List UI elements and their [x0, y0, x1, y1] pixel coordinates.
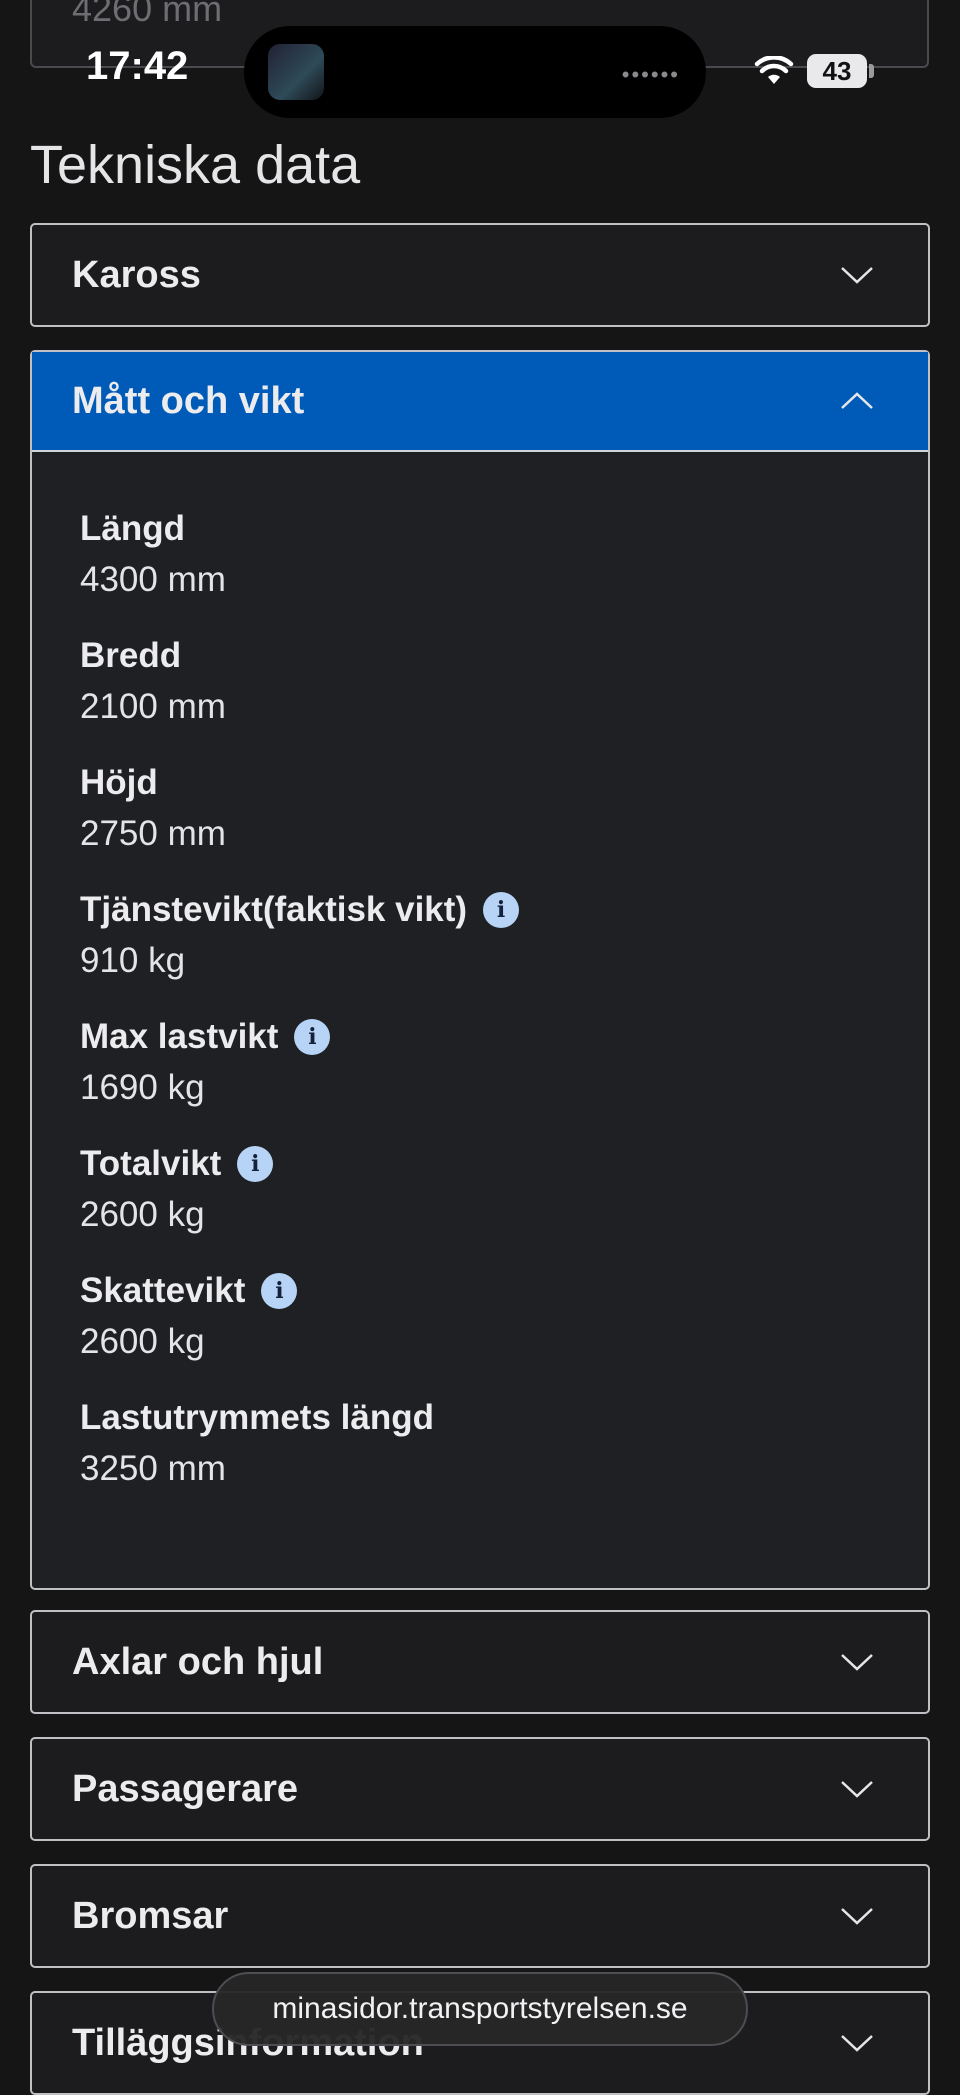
- island-dots: ••••••: [621, 62, 680, 87]
- spec-value: 2100 mm: [80, 687, 226, 726]
- accordion-header-bromsar[interactable]: Bromsar: [32, 1866, 928, 1966]
- spec-label: Totalvikt i: [80, 1141, 880, 1187]
- wifi-icon: [754, 56, 794, 84]
- status-time: 17:42: [86, 44, 189, 88]
- spec-label: Längd: [80, 506, 880, 552]
- accordion-axlar-och-hjul: Axlar och hjul: [30, 1610, 930, 1714]
- spec-label-text: Tjänstevikt(faktisk vikt): [80, 890, 468, 929]
- spec-row-totalvikt: Totalvikt i 2600 kg: [80, 1141, 880, 1268]
- accordion-title: Kaross: [72, 253, 201, 296]
- spec-label-text: Längd: [80, 509, 185, 548]
- chevron-down-icon: [841, 1781, 873, 1798]
- section-title: Tekniska data: [30, 135, 361, 195]
- accordion-kaross: Kaross: [30, 223, 930, 327]
- spec-row-tjanstevikt: Tjänstevikt(faktisk vikt) i 910 kg: [80, 887, 880, 1014]
- spec-label: Bredd: [80, 633, 880, 679]
- spec-value: 910 kg: [80, 941, 186, 980]
- dynamic-island: ••••••: [244, 26, 706, 118]
- spec-label: Lastutrymmets längd: [80, 1395, 880, 1441]
- info-icon[interactable]: i: [237, 1146, 274, 1182]
- spec-row-skattevikt: Skattevikt i 2600 kg: [80, 1268, 880, 1395]
- info-icon[interactable]: i: [261, 1273, 298, 1309]
- spec-label: Max lastvikt i: [80, 1014, 880, 1060]
- accordion-title: Mått och vikt: [72, 379, 305, 422]
- spec-row-lastutrymmets-langd: Lastutrymmets längd 3250 mm: [80, 1395, 880, 1522]
- spec-label-text: Bredd: [80, 636, 182, 675]
- accordion-title: Bromsar: [72, 1894, 229, 1937]
- spec-label-text: Lastutrymmets längd: [80, 1398, 434, 1437]
- browser-url-bar[interactable]: minasidor.transportstyrelsen.se: [212, 1972, 748, 2046]
- spec-value: 1690 kg: [80, 1068, 205, 1107]
- spec-label: Tjänstevikt(faktisk vikt) i: [80, 887, 880, 933]
- chevron-up-icon: [841, 392, 873, 409]
- accordion-passagerare: Passagerare: [30, 1737, 930, 1841]
- accordion-body: Längd 4300 mm Bredd 2100 mm Höjd 2750 mm…: [32, 452, 928, 1522]
- battery-icon: 43: [807, 54, 867, 88]
- spec-label-text: Max lastvikt: [80, 1017, 279, 1056]
- spec-value: 3250 mm: [80, 1449, 226, 1488]
- previous-field-value: 4260 mm: [72, 0, 223, 29]
- accordion-header-matt-och-vikt[interactable]: Mått och vikt: [32, 352, 928, 452]
- spec-value: 2600 kg: [80, 1195, 205, 1234]
- accordion-header-kaross[interactable]: Kaross: [32, 225, 928, 325]
- battery-nub: [869, 64, 874, 78]
- accordion-header-axlar-och-hjul[interactable]: Axlar och hjul: [32, 1612, 928, 1712]
- spec-row-bredd: Bredd 2100 mm: [80, 633, 880, 760]
- chevron-down-icon: [841, 267, 873, 284]
- spec-value: 2600 kg: [80, 1322, 205, 1361]
- spec-value: 4300 mm: [80, 560, 226, 599]
- battery-level: 43: [822, 55, 852, 86]
- spec-label: Skattevikt i: [80, 1268, 880, 1314]
- media-thumbnail-icon: [268, 44, 324, 100]
- spec-value: 2750 mm: [80, 814, 226, 853]
- spec-row-max-lastvikt: Max lastvikt i 1690 kg: [80, 1014, 880, 1141]
- url-text: minasidor.transportstyrelsen.se: [272, 1992, 688, 2025]
- spec-label-text: Totalvikt: [80, 1144, 222, 1183]
- accordion-title: Axlar och hjul: [72, 1640, 324, 1683]
- accordion-matt-och-vikt: Mått och vikt Längd 4300 mm Bredd 2100 m…: [30, 350, 930, 1590]
- accordion-bromsar: Bromsar: [30, 1864, 930, 1968]
- accordion-header-passagerare[interactable]: Passagerare: [32, 1739, 928, 1839]
- spec-label: Höjd: [80, 760, 880, 806]
- info-icon[interactable]: i: [294, 1019, 331, 1055]
- chevron-down-icon: [841, 1908, 873, 1925]
- spec-label-text: Skattevikt: [80, 1271, 246, 1310]
- spec-row-langd: Längd 4300 mm: [80, 506, 880, 633]
- info-icon[interactable]: i: [483, 892, 520, 928]
- chevron-down-icon: [841, 2035, 873, 2052]
- spec-label-text: Höjd: [80, 763, 158, 802]
- spec-row-hojd: Höjd 2750 mm: [80, 760, 880, 887]
- accordion-title: Passagerare: [72, 1767, 299, 1810]
- chevron-down-icon: [841, 1654, 873, 1671]
